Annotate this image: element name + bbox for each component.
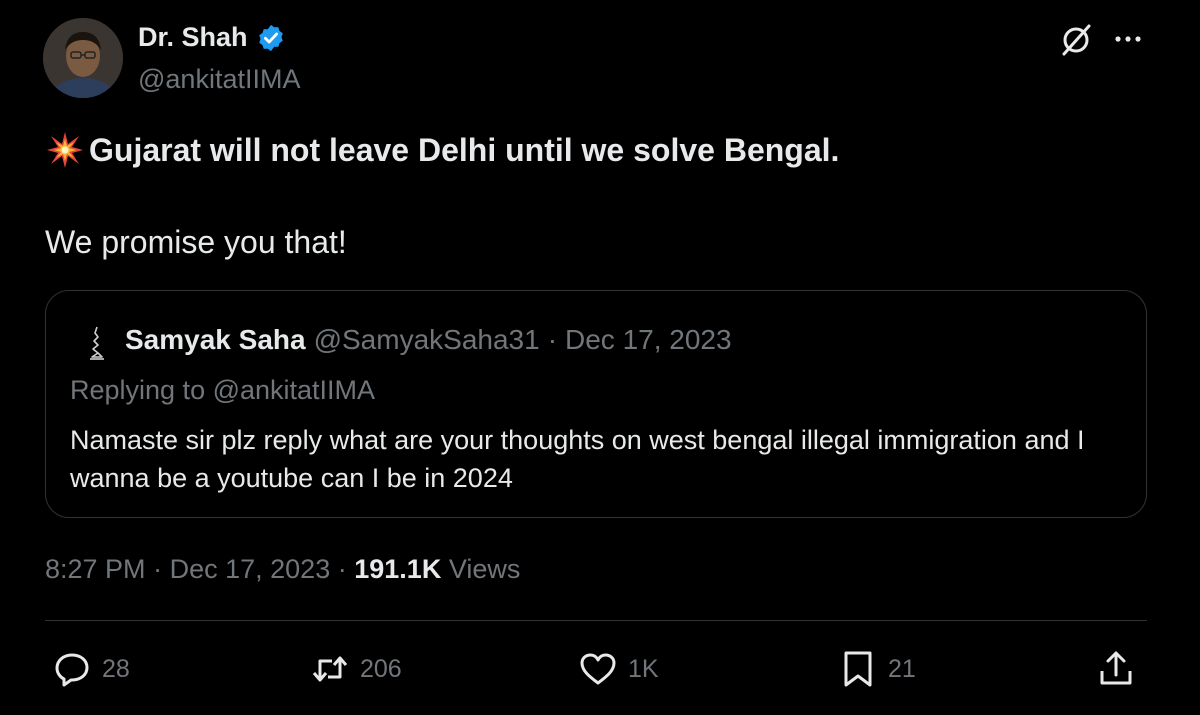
author-avatar[interactable] [43,18,123,98]
meta-separator-2: · [337,554,347,584]
like-button[interactable]: 1K [578,648,659,690]
reply-icon [55,653,89,687]
author-name-text: Dr. Shah [138,22,248,52]
tweet-text-bold: Gujarat will not leave Delhi until we so… [89,131,840,168]
author-handle[interactable]: @ankitatIIMA [138,64,300,95]
views-label: Views [448,554,521,584]
reply-button[interactable]: 28 [52,648,130,690]
tweet-text-line-2: We promise you that! [45,224,347,260]
views-count: 191.1K [354,554,442,584]
quote-author-handle[interactable]: @SamyakSaha31 [314,324,540,356]
reply-count: 28 [102,654,130,683]
tweet-card: Dr. Shah @ankitatIIMA Gujarat will not l… [0,0,1200,715]
share-icon [1100,651,1132,685]
repost-icon [312,656,348,682]
quote-header: Samyak Saha @SamyakSaha31 · Dec 17, 2023 [125,324,732,356]
grok-icon[interactable] [1058,22,1094,58]
tweet-time[interactable]: 8:27 PM [45,554,146,584]
quoted-tweet[interactable]: Samyak Saha @SamyakSaha31 · Dec 17, 2023… [45,290,1147,518]
quote-author-name[interactable]: Samyak Saha [125,324,306,356]
more-options-icon[interactable] [1110,24,1146,54]
tweet-meta: 8:27 PM · Dec 17, 2023 · 191.1K Views [45,554,520,585]
quote-separator: · [547,324,558,355]
avatar-portrait-icon [43,18,123,98]
repost-count: 206 [360,654,402,683]
replying-to-label: Replying to @ankitatIIMA [70,375,376,405]
quote-author-avatar-icon[interactable] [76,323,116,363]
collision-icon [47,132,83,168]
bookmark-icon [844,651,872,687]
author-name[interactable]: Dr. Shah [138,22,286,53]
like-count: 1K [628,654,659,683]
tweet-date[interactable]: Dec 17, 2023 [170,554,331,584]
quote-date[interactable]: Dec 17, 2023 [565,324,732,356]
quote-body-text: Namaste sir plz reply what are your thou… [70,425,1085,493]
bookmark-count: 21 [888,654,916,683]
verified-badge-icon [258,24,283,51]
meta-separator-1: · [153,554,163,584]
action-divider [45,620,1147,621]
heart-icon [580,653,616,685]
bookmark-button[interactable]: 21 [838,648,916,690]
share-button[interactable] [1096,648,1136,690]
repost-button[interactable]: 206 [310,648,402,690]
tweet-text-line-1: Gujarat will not leave Delhi until we so… [45,130,839,170]
